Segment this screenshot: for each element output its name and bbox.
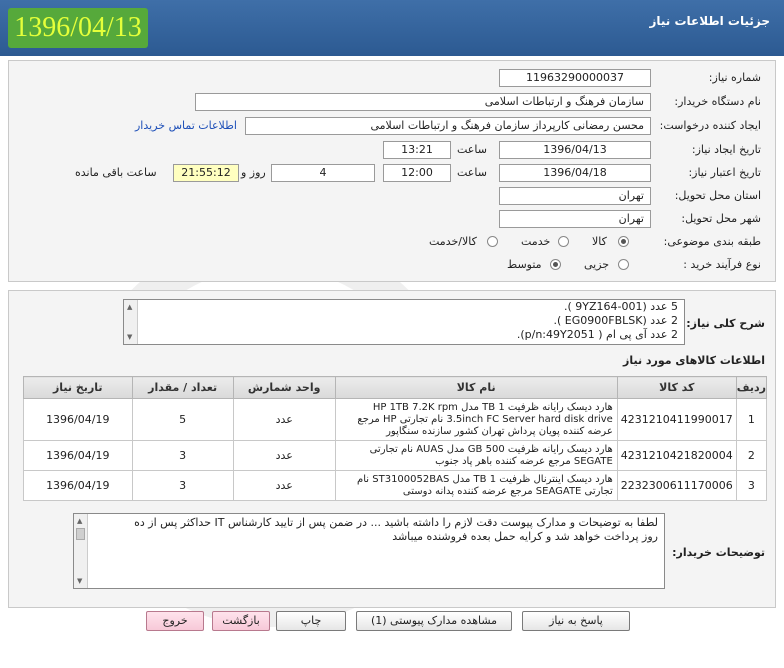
summary-line: 2 عدد (EG0900FBLSK ). [553,314,679,327]
back-button[interactable]: بازگشت [212,611,270,631]
category-option-goods-service: کالا/خدمت [429,235,477,248]
created-date-field[interactable]: 1396/04/13 [499,141,651,159]
exit-button[interactable]: خروج [146,611,204,631]
category-radio-goods[interactable] [618,236,629,247]
row-unit: عدد [232,470,336,501]
validity-date-field[interactable]: 1396/04/18 [499,164,651,182]
requester-label: ایجاد کننده درخواست: [659,119,761,132]
items-section-title: اطلاعات کالاهای مورد نیاز [623,354,765,367]
row-index: 2 [735,440,768,471]
summary-line: 5 عدد (9YZ164-001 ). [563,300,678,313]
created-time-label: ساعت [457,143,487,156]
summary-scrollbar[interactable]: ▲ ▼ [124,300,138,344]
scroll-down-icon[interactable]: ▼ [77,577,82,585]
buyer-notes-textarea[interactable]: ▲ ▼ لطفا به توضیحات و مدارک پیوست دقت لا… [73,513,665,589]
need-number-field[interactable]: 11963290000037 [499,69,651,87]
countdown-field: 21:55:12 [173,164,239,182]
col-code-header: کد کالا [616,376,737,399]
row-index: 1 [735,398,768,441]
process-radio-minor[interactable] [618,259,629,270]
scroll-down-icon[interactable]: ▼ [127,333,132,341]
items-table: ردیف کد کالا نام کالا واحد شمارش تعداد /… [23,376,768,501]
notes-line: روز پرداخت خواهد شد و کرایه حمل بعده فرو… [392,530,658,543]
row-index: 3 [735,470,768,501]
row-name: هارد دیسک رایانه ظرفیت 500 GB مدل AUAS ن… [334,440,618,471]
province-label: استان محل تحویل: [674,189,761,202]
created-time-field[interactable]: 13:21 [383,141,451,159]
city-field[interactable]: تهران [499,210,651,228]
print-button[interactable]: چاپ [276,611,346,631]
city-label: شهر محل تحویل: [681,212,761,225]
process-label: نوع فرآیند خرید : [683,258,761,271]
row-date: 1396/04/19 [23,470,133,501]
requester-field[interactable]: محسن رمضانی کارپرداز سازمان فرهنگ و ارتب… [245,117,651,135]
row-qty: 3 [131,470,234,501]
remaining-label: ساعت باقی مانده [75,166,157,179]
category-radio-service[interactable] [558,236,569,247]
scroll-thumb[interactable] [76,528,85,540]
buyer-org-label: نام دستگاه خریدار: [674,95,761,108]
days-field[interactable]: 4 [271,164,375,182]
col-date-header: تاریخ نیاز [23,376,133,399]
buyer-notes-label: توضیحات خریدار: [672,546,765,559]
col-qty-header: تعداد / مقدار [131,376,234,399]
buyer-contact-link[interactable]: اطلاعات تماس خریدار [135,119,237,132]
need-details-panel: شماره نیاز: 11963290000037 نام دستگاه خر… [8,60,776,282]
row-code: 2232300611170006 [616,470,737,501]
buyer-org-field[interactable]: سازمان فرهنگ و ارتباطات اسلامی [195,93,651,111]
validity-time-label: ساعت [457,166,487,179]
summary-label: شرح کلی نیاز: [686,317,765,330]
category-option-goods: کالا [592,235,607,248]
row-code: 4231210421820004 [616,440,737,471]
header-date: 1396/04/13 [8,8,148,48]
row-date: 1396/04/19 [23,440,133,471]
notes-scrollbar[interactable]: ▲ ▼ [74,514,88,588]
col-name-header: نام کالا [334,376,618,399]
category-label: طبقه بندی موضوعی: [663,235,761,248]
col-unit-header: واحد شمارش [232,376,336,399]
page-title: جزئیات اطلاعات نیاز [649,14,770,28]
category-radio-goods-service[interactable] [487,236,498,247]
validity-date-label: تاریخ اعتبار نیاز: [688,166,761,179]
page-header: 1396/04/13 جزئیات اطلاعات نیاز [0,0,784,56]
table-row[interactable]: 3 2232300611170006 هارد دیسک اینترنال ظر… [23,470,768,501]
row-qty: 5 [131,398,234,441]
row-code: 4231210411990017 [616,398,737,441]
province-field[interactable]: تهران [499,187,651,205]
summary-textarea[interactable]: ▲ ▼ 5 عدد (9YZ164-001 ). 2 عدد (EG0900FB… [123,299,685,345]
process-radio-medium[interactable] [550,259,561,270]
validity-time-field[interactable]: 12:00 [383,164,451,182]
need-number-label: شماره نیاز: [708,71,761,84]
table-row[interactable]: 1 4231210411990017 هارد دیسک رایانه ظرفی… [23,398,768,441]
scroll-up-icon[interactable]: ▲ [127,303,132,311]
created-date-label: تاریخ ایجاد نیاز: [691,143,761,156]
days-label: روز و [241,166,266,179]
row-name: هارد دیسک رایانه ظرفیت 1 TB مدل HP 1TB 7… [334,398,618,441]
scroll-up-icon[interactable]: ▲ [77,517,82,525]
process-option-medium: متوسط [507,258,542,271]
row-name: هارد دیسک اینترنال ظرفیت 1 TB مدل ST3100… [334,470,618,501]
row-unit: عدد [232,398,336,441]
notes-line: لطفا به توضیحات و مدارک پیوست دقت لازم ر… [134,516,658,529]
row-unit: عدد [232,440,336,471]
row-qty: 3 [131,440,234,471]
reply-button[interactable]: پاسخ به نیاز [522,611,630,631]
items-panel: شرح کلی نیاز: ▲ ▼ 5 عدد (9YZ164-001 ). 2… [8,290,776,608]
attachments-button[interactable]: مشاهده مدارک پیوستی (1) [356,611,512,631]
row-date: 1396/04/19 [23,398,133,441]
col-index-header: ردیف [735,376,768,399]
summary-line: 2 عدد آی پی ام ( p/n:49Y2051). [516,328,678,341]
table-row[interactable]: 2 4231210421820004 هارد دیسک رایانه ظرفی… [23,440,768,471]
process-option-minor: جزیی [584,258,610,271]
category-option-service: خدمت [521,235,551,248]
